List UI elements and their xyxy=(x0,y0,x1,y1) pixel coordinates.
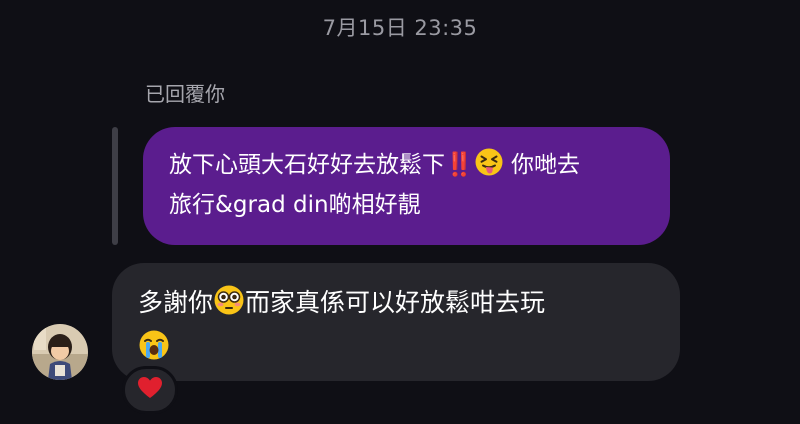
message-bubble[interactable]: 多謝你 而家真係可以好放鬆咁去玩 xyxy=(112,263,680,381)
message-text-2: 而家真係可以好放鬆咁去玩 xyxy=(245,288,546,317)
avatar[interactable] xyxy=(32,324,88,380)
chat-thread: 7月15日 23:35 已回覆你 放下心頭大石好好去放鬆下‼️ 你哋去 旅行&g… xyxy=(0,0,800,424)
quoted-message-text-1: 放下心頭大石好好去放鬆下‼️ xyxy=(169,152,474,178)
reaction-badge[interactable] xyxy=(122,366,178,414)
quoted-message-bubble[interactable]: 放下心頭大石好好去放鬆下‼️ 你哋去 旅行&grad din啲相好靚 xyxy=(143,127,670,245)
red-heart-icon xyxy=(137,376,163,404)
timestamp: 7月15日 23:35 xyxy=(322,16,478,40)
reply-label: 已回覆你 xyxy=(145,82,225,106)
quote-bar xyxy=(112,127,118,245)
flushed-face-icon xyxy=(213,284,245,328)
message-text-1: 多謝你 xyxy=(138,288,214,317)
squinting-face-with-tongue-icon xyxy=(474,147,504,188)
